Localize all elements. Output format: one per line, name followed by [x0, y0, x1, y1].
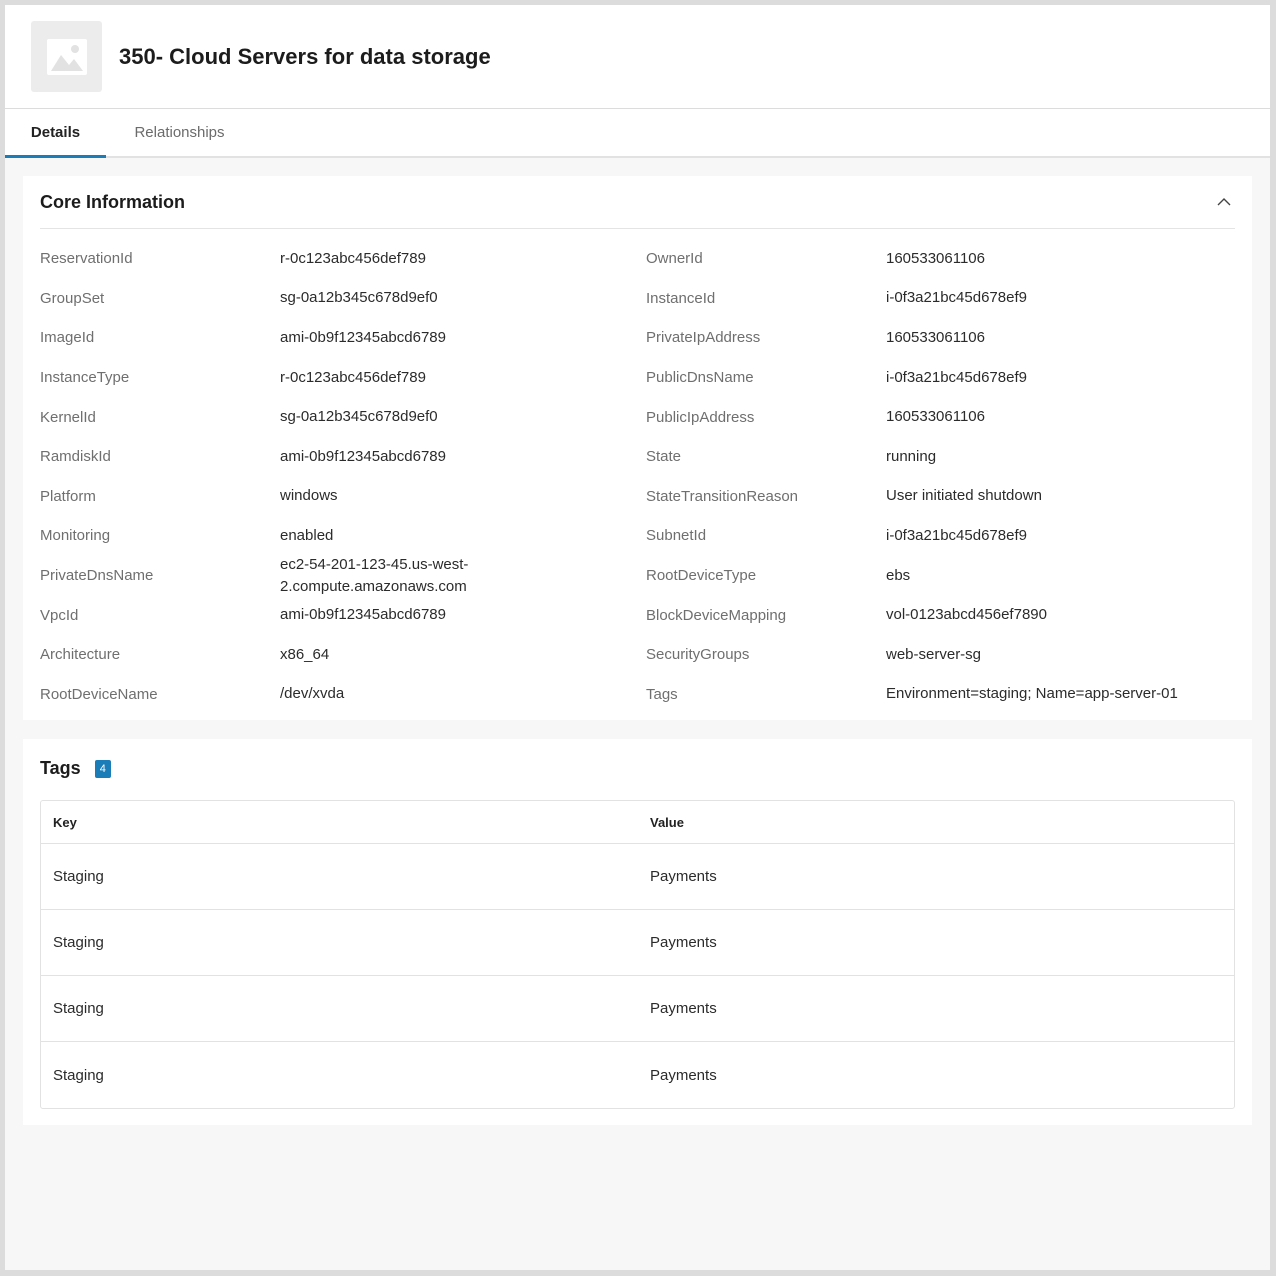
field-value: windows — [280, 487, 338, 505]
core-information-grid: ReservationId r-0c123abc456def789 OwnerId 1… — [40, 239, 1235, 714]
field-label: ImageId — [40, 329, 95, 347]
chevron-up-icon[interactable] — [1213, 191, 1235, 213]
field-value: Environment=staging; Name=app-server-01 — [886, 685, 1178, 703]
field-value: i-0f3a21bc45d678ef9 — [886, 289, 1027, 307]
tab-bar: Details Relationships — [5, 109, 1270, 158]
page-header: 350- Cloud Servers for data storage — [5, 5, 1270, 109]
core-info-row: VpcId ami-0b9f12345abcd6789 BlockDeviceMap… — [40, 595, 1235, 635]
core-info-row: RamdiskId ami-0b9f12345abcd6789 State runni… — [40, 437, 1235, 477]
core-info-row: Monitoring enabled SubnetId i-0f3a21bc45d67… — [40, 516, 1235, 556]
field-value: r-0c123abc456def789 — [280, 249, 426, 267]
core-info-row: GroupSet sg-0a12b345c678d9ef0 InstanceId i-… — [40, 279, 1235, 319]
field-label: InstanceId — [646, 289, 716, 307]
tags-card: Tags 4 Key Value Staging Payments Staging P… — [23, 739, 1252, 1125]
core-info-row: Architecture x86_64 SecurityGroups web-serv… — [40, 635, 1235, 675]
column-header-key: Key — [53, 814, 77, 830]
page-frame: 350- Cloud Servers for data storage Deta… — [5, 5, 1270, 1270]
field-value: ec2-54-201-123-45.us-west-2.compute.amaz… — [280, 555, 469, 595]
field-value: 160533061106 — [886, 328, 985, 346]
table-row: Staging Payments — [41, 910, 1234, 976]
field-label: Platform — [40, 487, 96, 505]
field-label: Tags — [646, 685, 678, 703]
core-information-header: Core Information — [40, 176, 1235, 229]
field-label: State — [646, 448, 682, 466]
page-title: 350- Cloud Servers for data storage — [119, 43, 491, 69]
tag-value-cell: Payments — [650, 934, 717, 951]
field-label: ReservationId — [40, 250, 133, 268]
field-label: PublicIpAddress — [646, 408, 755, 426]
field-label: OwnerId — [646, 250, 703, 268]
field-value: 160533061106 — [886, 249, 985, 267]
table-row: Staging Payments — [41, 1042, 1234, 1108]
field-label: KernelId — [40, 408, 96, 426]
field-value: sg-0a12b345c678d9ef0 — [280, 289, 438, 307]
tab-details[interactable]: Details — [5, 109, 106, 158]
tags-count-badge: 4 — [94, 759, 111, 778]
tag-value-cell: Payments — [650, 868, 717, 885]
field-label: PublicDnsName — [646, 369, 754, 387]
tags-table: Key Value Staging Payments Staging Payments… — [40, 800, 1235, 1109]
field-value: User initiated shutdown — [886, 487, 1042, 505]
column-header-value: Value — [650, 814, 684, 830]
field-label: VpcId — [40, 606, 79, 624]
core-information-title: Core Information — [40, 191, 186, 212]
tags-table-header: Key Value — [41, 801, 1234, 844]
tag-value-cell: Payments — [650, 1066, 717, 1084]
tags-table-body: Staging Payments Staging Payments Staging Pay… — [41, 844, 1234, 1108]
field-value: x86_64 — [280, 645, 330, 663]
tab-relationships[interactable]: Relationships — [106, 109, 253, 156]
field-label: SubnetId — [646, 527, 707, 545]
field-value: ebs — [886, 566, 911, 584]
tag-value-cell: Payments — [650, 1000, 717, 1017]
field-label: BlockDeviceMapping — [646, 606, 787, 624]
field-value: web-server-sg — [886, 645, 982, 663]
field-value: /dev/xvda — [280, 685, 345, 703]
field-label: RootDeviceType — [646, 567, 757, 585]
field-value: sg-0a12b345c678d9ef0 — [280, 408, 438, 426]
field-label: SecurityGroups — [646, 646, 750, 664]
field-label: Architecture — [40, 646, 121, 664]
field-label: InstanceType — [40, 369, 130, 387]
field-value: ami-0b9f12345abcd6789 — [280, 328, 446, 346]
field-value: i-0f3a21bc45d678ef9 — [886, 368, 1027, 386]
core-info-row: RootDeviceName/dev/xvda Tags Environment=s… — [40, 675, 1235, 715]
tag-key-cell: Staging — [53, 868, 104, 885]
core-info-row: ImageId ami-0b9f12345abcd6789 PrivateIpAdd… — [40, 318, 1235, 358]
image-placeholder-icon — [31, 21, 102, 92]
core-info-row: Platform windows StateTransitionReason User… — [40, 477, 1235, 517]
table-row: Staging Payments — [41, 844, 1234, 910]
core-info-row: InstanceType r-0c123abc456def789 PublicDns… — [40, 358, 1235, 398]
field-value: vol-0123abcd456ef7890 — [886, 606, 1047, 624]
field-value: i-0f3a21bc45d678ef9 — [886, 526, 1027, 544]
table-row: Staging Payments — [41, 976, 1234, 1042]
field-label: GroupSet — [40, 289, 105, 307]
field-label: PrivateDnsName — [40, 567, 154, 585]
tag-key-cell: Staging — [53, 1000, 104, 1017]
tag-key-cell: Staging — [53, 1066, 104, 1084]
field-label: Monitoring — [40, 527, 111, 545]
field-value: enabled — [280, 526, 334, 544]
field-label: RootDeviceName — [40, 685, 158, 703]
field-label: RamdiskId — [40, 448, 111, 466]
core-information-card: Core Information ReservationId r-0c123abc… — [23, 176, 1252, 720]
field-label: PrivateIpAddress — [646, 329, 761, 347]
tags-header: Tags 4 — [40, 758, 111, 779]
core-info-row: KernelId sg-0a12b345c678d9ef0 PublicIpAddr… — [40, 397, 1235, 437]
tag-key-cell: Staging — [53, 934, 104, 951]
field-value: ami-0b9f12345abcd6789 — [280, 447, 446, 465]
core-info-row: ReservationId r-0c123abc456def789 OwnerId 1… — [40, 239, 1235, 279]
field-value: ami-0b9f12345abcd6789 — [280, 606, 446, 624]
core-info-row: PrivateDnsName ec2-54-201-123-45.us-west-… — [40, 556, 1235, 596]
field-value: 160533061106 — [886, 408, 985, 426]
field-label: StateTransitionReason — [646, 487, 799, 505]
tags-title: Tags — [40, 758, 81, 778]
field-value: running — [886, 447, 937, 465]
field-value: r-0c123abc456def789 — [280, 368, 426, 386]
